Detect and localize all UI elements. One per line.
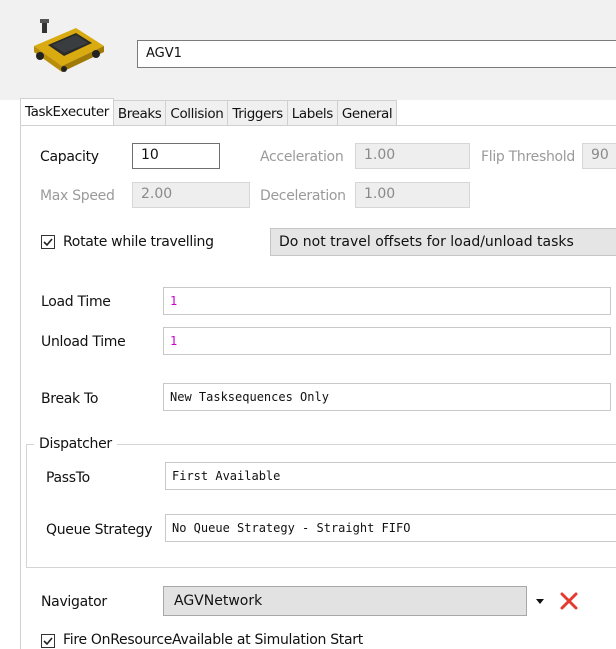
- checkmark-icon: [43, 637, 53, 646]
- flip-threshold-input[interactable]: 90: [582, 143, 616, 169]
- dropdown-arrow-icon[interactable]: [533, 594, 547, 608]
- tab-general[interactable]: General: [336, 100, 398, 126]
- pass-to-code-field[interactable]: First Available: [165, 462, 616, 490]
- fire-on-resource-available-label[interactable]: Fire OnResourceAvailable at Simulation S…: [63, 632, 363, 648]
- delete-navigator-icon[interactable]: [558, 590, 580, 612]
- agv-robot-icon: [26, 16, 108, 74]
- break-to-label: Break To: [41, 391, 99, 407]
- tab-labels[interactable]: Labels: [286, 100, 338, 126]
- property-tabs: TaskExecuter Breaks Collision Triggers L…: [20, 98, 398, 126]
- checkmark-icon: [43, 238, 53, 247]
- pass-to-label: PassTo: [46, 470, 90, 486]
- max-speed-input[interactable]: 2.00: [132, 182, 250, 208]
- dispatcher-group-border-top-left: [26, 444, 34, 445]
- tab-collision[interactable]: Collision: [165, 100, 229, 126]
- flip-threshold-label: Flip Threshold: [481, 149, 575, 165]
- deceleration-input[interactable]: 1.00: [355, 182, 470, 208]
- navigator-combo[interactable]: AGVNetwork: [163, 586, 527, 616]
- max-speed-label: Max Speed: [40, 188, 115, 204]
- acceleration-input[interactable]: 1.00: [355, 143, 470, 169]
- rotate-while-travelling-label[interactable]: Rotate while travelling: [63, 234, 214, 250]
- travel-offsets-dropdown[interactable]: Do not travel offsets for load/unload ta…: [270, 228, 616, 256]
- fire-on-resource-available-checkbox[interactable]: [41, 634, 55, 648]
- queue-strategy-code-field[interactable]: No Queue Strategy - Straight FIFO: [165, 514, 616, 542]
- load-time-label: Load Time: [41, 294, 111, 310]
- unload-time-label: Unload Time: [41, 334, 126, 350]
- acceleration-label: Acceleration: [260, 149, 344, 165]
- unload-time-code-field[interactable]: 1: [163, 327, 611, 355]
- dispatcher-group-border-top: [117, 444, 616, 445]
- queue-strategy-label: Queue Strategy: [46, 522, 153, 538]
- capacity-label: Capacity: [40, 149, 99, 165]
- navigator-label: Navigator: [41, 594, 107, 610]
- load-time-code-field[interactable]: 1: [163, 287, 611, 315]
- tab-breaks[interactable]: Breaks: [112, 100, 167, 126]
- dispatcher-group-border-left: [26, 444, 27, 568]
- tab-taskexecuter[interactable]: TaskExecuter: [20, 98, 114, 126]
- tab-triggers[interactable]: Triggers: [227, 100, 288, 126]
- dispatcher-group-border-bottom: [26, 567, 616, 568]
- dispatcher-group-title: Dispatcher: [37, 436, 114, 452]
- capacity-input[interactable]: 10: [132, 143, 220, 169]
- rotate-while-travelling-checkbox[interactable]: [41, 235, 55, 249]
- deceleration-label: Deceleration: [260, 188, 346, 204]
- break-to-code-field[interactable]: New Tasksequences Only: [163, 383, 611, 411]
- object-name-input[interactable]: AGV1: [137, 40, 616, 68]
